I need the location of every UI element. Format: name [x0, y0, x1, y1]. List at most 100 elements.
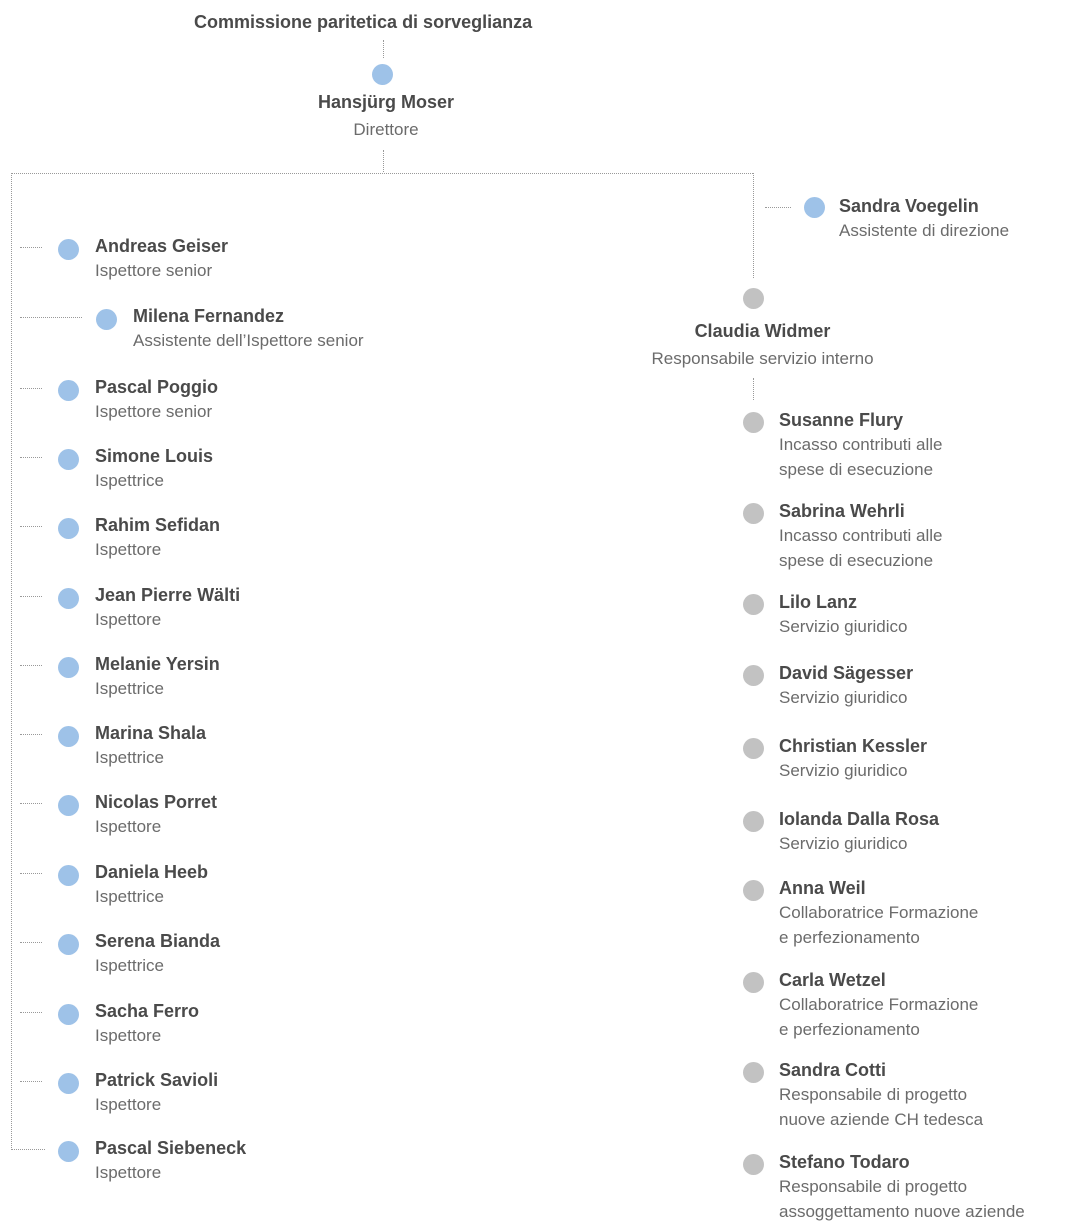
staff-card: Lilo Lanz Servizio giuridico — [779, 590, 908, 639]
inspector-dot — [58, 449, 79, 470]
inspector-card: Rahim Sefidan Ispettore — [95, 513, 220, 562]
person-role: Ispettrice — [95, 887, 164, 906]
person-name: Pascal Poggio — [95, 377, 219, 397]
connector-line — [765, 207, 791, 208]
person-role: Incasso contributi alle spese di esecuzi… — [779, 435, 943, 479]
connector-line — [20, 596, 42, 597]
inspector-card: Nicolas Porret Ispettore — [95, 790, 217, 839]
assistant-dot — [804, 197, 825, 218]
staff-card: Anna Weil Collaboratrice Formazione e per… — [779, 876, 978, 950]
connector-line — [20, 388, 42, 389]
staff-card: Stefano Todaro Responsabile di progetto a… — [779, 1150, 1025, 1224]
staff-dot — [743, 503, 764, 524]
person-name: Marina Shala — [95, 723, 207, 743]
inspector-card: Pascal Poggio Ispettore senior — [95, 375, 218, 424]
connector-line — [20, 317, 82, 318]
person-role: Ispettrice — [95, 679, 164, 698]
person-role: Ispettrice — [95, 956, 164, 975]
internal-head-dot — [743, 288, 764, 309]
connector-line — [20, 247, 42, 248]
person-role: Servizio giuridico — [779, 688, 908, 707]
person-role: Ispettrice — [95, 471, 164, 490]
person-name: Carla Wetzel — [779, 970, 886, 990]
connector-line — [753, 173, 754, 278]
connector-line — [11, 173, 12, 1148]
inspector-dot — [58, 1004, 79, 1025]
person-role: Responsabile di progetto assoggettamento… — [779, 1177, 1025, 1221]
person-role: Servizio giuridico — [779, 761, 908, 780]
connector-line — [20, 942, 42, 943]
person-name: Anna Weil — [779, 878, 866, 898]
person-role: Ispettore — [95, 610, 162, 629]
person-name: Pascal Siebeneck — [95, 1138, 247, 1158]
connector-line — [20, 803, 42, 804]
inspector-card: Jean Pierre Wälti Ispettore — [95, 583, 240, 632]
person-name: Lilo Lanz — [779, 592, 857, 612]
inspector-dot — [58, 588, 79, 609]
person-role: Responsabile di progetto nuove aziende C… — [779, 1085, 984, 1129]
person-role: Ispettore — [95, 1163, 162, 1182]
inspector-card: Milena Fernandez Assistente dell’Ispettor… — [133, 304, 364, 353]
connector-line — [11, 173, 753, 174]
person-role: Ispettore — [95, 540, 162, 559]
inspector-dot — [58, 518, 79, 539]
person-role: Ispettore senior — [95, 402, 213, 421]
staff-card: Christian Kessler Servizio giuridico — [779, 734, 927, 783]
connector-line — [20, 734, 42, 735]
person-name: Jean Pierre Wälti — [95, 585, 241, 605]
inspector-card: Andreas Geiser Ispettore senior — [95, 234, 228, 283]
person-role: Servizio giuridico — [779, 834, 908, 853]
connector-line — [753, 378, 754, 400]
person-role: Collaboratrice Formazione e perfezioname… — [779, 903, 979, 947]
staff-dot — [743, 811, 764, 832]
person-name: Simone Louis — [95, 446, 214, 466]
inspector-dot — [58, 657, 79, 678]
inspector-dot — [96, 309, 117, 330]
person-name: Susanne Flury — [779, 410, 904, 430]
assistant-name: Sandra Voegelin — [839, 196, 979, 216]
director-role: Direttore — [353, 120, 419, 139]
inspector-card: Daniela Heeb Ispettrice — [95, 860, 208, 909]
person-name: David Sägesser — [779, 663, 914, 683]
person-role: Collaboratrice Formazione e perfezioname… — [779, 995, 979, 1039]
person-name: Iolanda Dalla Rosa — [779, 809, 940, 829]
inspector-card: Simone Louis Ispettrice — [95, 444, 213, 493]
person-role: Assistente dell’Ispettore senior — [133, 331, 364, 350]
person-name: Christian Kessler — [779, 736, 928, 756]
inspector-dot — [58, 865, 79, 886]
staff-card: Sandra Cotti Responsabile di progetto nuo… — [779, 1058, 983, 1132]
person-name: Melanie Yersin — [95, 654, 220, 674]
connector-line — [11, 1149, 45, 1150]
connector-line — [20, 526, 42, 527]
connector-line — [20, 1081, 42, 1082]
staff-dot — [743, 412, 764, 433]
connector-line — [20, 665, 42, 666]
person-name: Sacha Ferro — [95, 1001, 200, 1021]
staff-dot — [743, 972, 764, 993]
person-name: Serena Bianda — [95, 931, 221, 951]
person-role: Ispettore — [95, 817, 162, 836]
connector-line — [20, 457, 42, 458]
person-name: Rahim Sefidan — [95, 515, 221, 535]
inspector-card: Melanie Yersin Ispettrice — [95, 652, 220, 701]
inspector-dot — [58, 726, 79, 747]
inspector-card: Pascal Siebeneck Ispettore — [95, 1136, 246, 1185]
person-name: Nicolas Porret — [95, 792, 218, 812]
assistant-role: Assistente di direzione — [839, 221, 1010, 240]
person-name: Stefano Todaro — [779, 1152, 910, 1172]
connector-line — [20, 1012, 42, 1013]
staff-card: Iolanda Dalla Rosa Servizio giuridico — [779, 807, 939, 856]
inspector-dot — [58, 239, 79, 260]
staff-card: Carla Wetzel Collaboratrice Formazione e … — [779, 968, 978, 1042]
staff-dot — [743, 880, 764, 901]
inspector-card: Serena Bianda Ispettrice — [95, 929, 220, 978]
director-dot — [372, 64, 393, 85]
internal-head-role: Responsabile servizio interno — [651, 349, 874, 368]
connector-line — [20, 873, 42, 874]
inspector-dot — [58, 934, 79, 955]
inspector-card: Sacha Ferro Ispettore — [95, 999, 199, 1048]
assistant-card: Sandra Voegelin Assistente di direzione — [839, 194, 1009, 243]
staff-dot — [743, 1154, 764, 1175]
connector-line — [383, 40, 384, 58]
staff-dot — [743, 665, 764, 686]
